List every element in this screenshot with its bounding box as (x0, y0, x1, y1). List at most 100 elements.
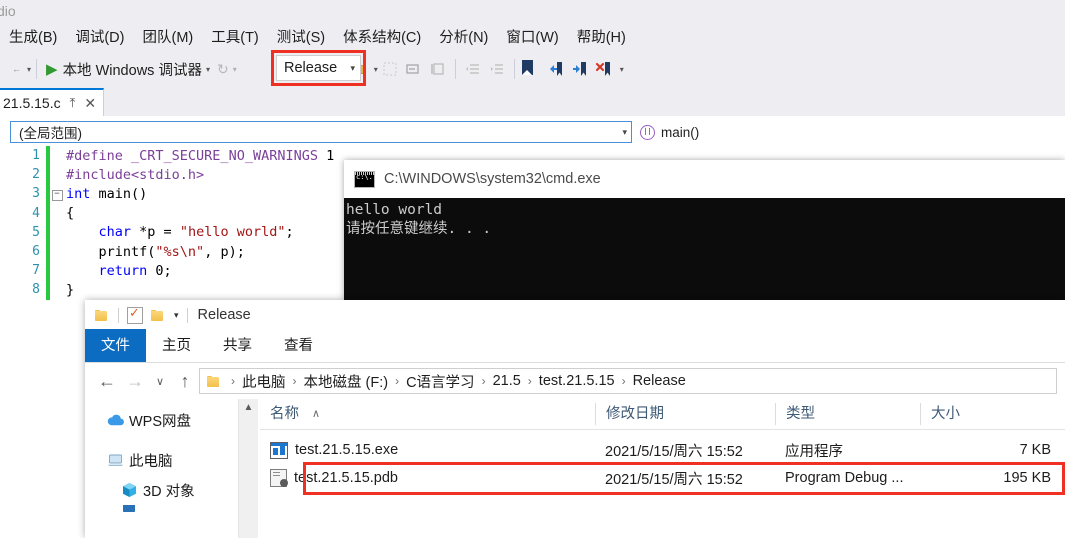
breadcrumb-item[interactable]: 此电脑 (242, 371, 286, 392)
table-row[interactable]: test.21.5.15.exe 2021/5/15/周六 15:52 应用程序… (260, 436, 1065, 464)
file-type-cell: 应用程序 (785, 443, 843, 460)
cmd-console-window[interactable]: C:\WINDOWS\system32\cmd.exe hello world … (344, 160, 1065, 300)
scope-dropdown[interactable]: (全局范围) ▾ (10, 121, 632, 143)
menu-item-debug[interactable]: 调试(D) (66, 23, 133, 50)
nav-item-partial[interactable] (85, 505, 258, 515)
document-tab-21-5-15-c[interactable]: 21.5.15.c ⤒ ✕ (0, 88, 105, 116)
file-explorer-window[interactable]: ▾ Release 文件 主页 共享 查看 ← → ∨ ↑ › 此电脑 › 本地磁盘 … (85, 300, 1065, 538)
customize-qat-icon[interactable]: ▾ (174, 310, 179, 321)
close-icon[interactable]: ✕ (84, 95, 96, 112)
nav-item-this-pc[interactable]: 此电脑 (85, 445, 258, 475)
vs-standard-toolbar: ← ▾ ▶ 本地 Windows 调试器 ▾ ↻ ▾ ▾ ▾ (0, 50, 1065, 88)
start-debugging-label[interactable]: 本地 Windows 调试器 (63, 59, 202, 80)
vs-title-bar: dio (0, 0, 1065, 22)
run-play-icon[interactable]: ▶ (46, 60, 58, 78)
line-number: 1 (32, 148, 40, 164)
breadcrumb-separator-icon: › (395, 374, 400, 388)
breadcrumb-item[interactable]: 21.5 (493, 373, 521, 389)
menu-item-tools[interactable]: 工具(T) (202, 23, 268, 50)
change-indicator (46, 222, 50, 242)
cmd-output-area: hello world 请按任意键继续. . . (344, 198, 1065, 300)
breadcrumb-item[interactable]: test.21.5.15 (539, 373, 615, 389)
menu-item-help[interactable]: 帮助(H) (568, 23, 635, 50)
back-button[interactable]: ← (93, 371, 121, 392)
scope-dropdown-value: (全局范围) (19, 126, 82, 141)
undo-icon[interactable]: ← (12, 64, 21, 74)
ribbon-tab-share[interactable]: 共享 (207, 329, 268, 362)
file-list[interactable]: 名称 ∧ 修改日期 类型 大小 test.21.5.15.exe 2021/5/… (260, 399, 1065, 538)
solution-configuration-combo[interactable]: Release ▾ (276, 55, 361, 81)
increase-indent-icon (487, 59, 507, 79)
refresh-dropdown-icon: ▾ (232, 64, 237, 74)
line-number: 7 (32, 263, 40, 279)
navigation-pane: WPS网盘 此电脑 3D 对象 ▲ (85, 399, 258, 538)
toolbar-overflow-icon[interactable]: ▾ (620, 65, 624, 74)
toggle-bookmark-icon[interactable] (521, 58, 542, 80)
toolbar-separator-3 (454, 59, 456, 79)
toolbar-separator (36, 59, 38, 79)
up-button[interactable]: ↑ (171, 371, 199, 392)
line-number: 3 (32, 186, 40, 202)
find-dropdown-icon[interactable]: ▾ (374, 65, 378, 74)
start-debugging-dropdown-icon[interactable]: ▾ (206, 65, 210, 74)
cmd-title-bar[interactable]: C:\WINDOWS\system32\cmd.exe (344, 160, 1065, 198)
menu-item-architecture[interactable]: 体系结构(C) (334, 23, 430, 50)
file-name-label: test.21.5.15.exe (295, 442, 399, 458)
breadcrumb-separator-icon: › (621, 374, 626, 388)
column-header-name[interactable]: 名称 ∧ (260, 403, 595, 425)
comment-selection-icon (404, 59, 424, 79)
properties-icon[interactable] (127, 305, 143, 324)
column-header-size[interactable]: 大小 (920, 403, 1065, 425)
table-row[interactable]: test.21.5.15.pdb 2021/5/15/周六 15:52 Prog… (260, 464, 1065, 492)
breadcrumb[interactable]: › 此电脑 › 本地磁盘 (F:) › C语言学习 › 21.5 › test.21.5.15 › R… (199, 368, 1057, 394)
forward-button[interactable]: → (121, 371, 149, 392)
file-name-cell[interactable]: test.21.5.15.exe (260, 441, 595, 459)
breadcrumb-item[interactable]: 本地磁盘 (F:) (304, 371, 389, 392)
menu-item-window[interactable]: 窗口(W) (497, 23, 567, 50)
toolbar-separator-4 (513, 59, 515, 79)
column-header-type[interactable]: 类型 (775, 403, 920, 425)
menu-item-test[interactable]: 测试(S) (268, 23, 334, 50)
column-header-label: 名称 (270, 406, 299, 422)
ribbon-tab-view[interactable]: 查看 (268, 329, 329, 362)
line-number: 4 (32, 205, 40, 221)
collapse-icon[interactable]: − (50, 186, 64, 202)
breadcrumb-items: › 此电脑 › 本地磁盘 (F:) › C语言学习 › 21.5 › test.21.5.15 › R… (224, 371, 686, 392)
menu-item-build[interactable]: 生成(B) (0, 23, 66, 50)
solution-configuration-caret-icon: ▾ (350, 62, 355, 73)
method-icon (640, 124, 655, 140)
solution-configuration-value: Release (284, 60, 338, 76)
file-name-cell[interactable]: test.21.5.15.pdb (260, 469, 595, 487)
previous-bookmark-icon[interactable] (546, 59, 566, 79)
next-bookmark-icon[interactable] (570, 59, 590, 79)
vs-document-tab-strip (0, 88, 1065, 116)
cmd-title-text: C:\WINDOWS\system32\cmd.exe (384, 171, 601, 187)
file-type-cell: Program Debug ... (785, 470, 904, 486)
ribbon-tab-home[interactable]: 主页 (146, 329, 207, 362)
file-date-cell: 2021/5/15/周六 15:52 (605, 471, 743, 488)
ribbon-tab-file[interactable]: 文件 (85, 329, 146, 362)
explorer-main-area: WPS网盘 此电脑 3D 对象 ▲ 名称 ∧ 修改日期 类型 大小 test.2… (85, 399, 1065, 538)
undo-dropdown-icon[interactable]: ▾ (27, 65, 31, 74)
menu-item-analyze[interactable]: 分析(N) (430, 23, 497, 50)
function-dropdown[interactable]: main() (640, 121, 1065, 143)
pin-icon[interactable]: ⤒ (70, 95, 76, 111)
code-text: return 0; (98, 262, 172, 279)
ribbon-tab-strip: 文件 主页 共享 查看 (85, 329, 1065, 362)
menu-item-team[interactable]: 团队(M) (133, 23, 202, 50)
desktop-icon (121, 505, 143, 515)
breadcrumb-item[interactable]: Release (633, 373, 686, 389)
nav-item-wps-cloud[interactable]: WPS网盘 (85, 405, 258, 435)
vs-title-text: dio (0, 3, 16, 19)
nav-item-3d-objects[interactable]: 3D 对象 (85, 475, 258, 505)
clear-bookmarks-icon[interactable] (594, 59, 614, 79)
navigation-pane-scrollbar[interactable]: ▲ (238, 399, 258, 538)
breadcrumb-item[interactable]: C语言学习 (406, 371, 474, 392)
recent-locations-button[interactable]: ∨ (149, 375, 171, 388)
this-pc-icon (107, 453, 129, 467)
folder-icon[interactable] (95, 309, 110, 322)
toolbox-icon (380, 59, 400, 79)
column-header-date[interactable]: 修改日期 (595, 403, 775, 425)
new-folder-icon[interactable] (151, 309, 166, 322)
scroll-up-icon[interactable]: ▲ (239, 399, 258, 417)
